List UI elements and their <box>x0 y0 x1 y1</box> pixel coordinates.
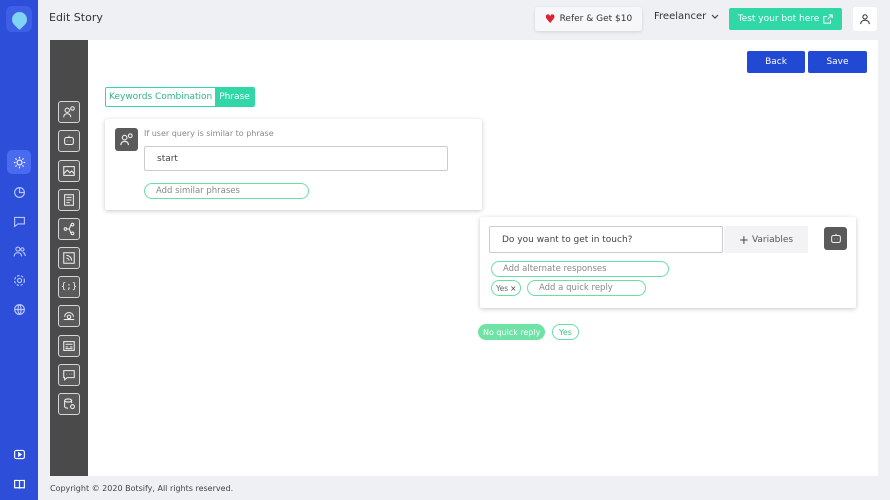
chat-icon[interactable] <box>7 209 31 233</box>
story-canvas: {;} Back Save Keywords Combination Phras… <box>50 40 878 476</box>
top-bar: Edit Story ♥ Refer & Get $10 Freelancer … <box>38 0 890 38</box>
database-icon[interactable] <box>58 393 80 415</box>
globe-icon[interactable] <box>7 297 31 321</box>
logo-icon[interactable] <box>6 6 32 32</box>
test-bot-label: Test your bot here <box>737 14 820 24</box>
quick-reply-chip-label: Yes <box>496 283 509 293</box>
analytics-icon[interactable] <box>7 180 31 204</box>
card-icon[interactable] <box>58 335 80 357</box>
user-query-icon <box>115 128 138 151</box>
save-button[interactable]: Save <box>808 51 867 73</box>
main-sidebar <box>0 0 38 500</box>
book-icon[interactable] <box>7 472 31 496</box>
back-button[interactable]: Back <box>747 51 805 73</box>
close-icon[interactable]: × <box>510 284 516 293</box>
bot-icon <box>824 227 847 250</box>
tab-keywords-combination[interactable]: Keywords Combination <box>106 88 216 106</box>
settings-icon[interactable] <box>7 268 31 292</box>
similar-phrases-input[interactable]: Add similar phrases <box>144 183 309 199</box>
variables-button[interactable]: + Variables <box>724 226 808 253</box>
user-query-label: If user query is similar to phrase <box>144 129 274 138</box>
no-quick-reply-chip[interactable]: No quick reply <box>478 324 546 340</box>
refer-button[interactable]: ♥ Refer & Get $10 <box>535 7 642 31</box>
external-link-icon <box>823 14 833 24</box>
refer-label: Refer & Get $10 <box>559 14 633 24</box>
bot-builder-icon[interactable] <box>7 150 31 174</box>
plan-dropdown[interactable]: Freelancer <box>654 11 719 22</box>
quick-reply-chip[interactable]: Yes × <box>491 280 522 296</box>
api-icon[interactable] <box>58 305 80 327</box>
footer-copyright: Copyright © 2020 Botsify, All rights res… <box>50 484 234 493</box>
quick-reply-yes-chip[interactable]: Yes <box>552 324 579 340</box>
chat-icon[interactable] <box>58 364 80 386</box>
heart-icon: ♥ <box>544 12 556 26</box>
toolbox: {;} <box>50 40 88 476</box>
test-bot-button[interactable]: Test your bot here <box>729 8 842 30</box>
user-icon[interactable] <box>853 7 877 31</box>
variables-label: Variables <box>751 234 794 245</box>
bot-reply-icon[interactable] <box>58 130 80 152</box>
plus-icon: + <box>738 232 749 247</box>
phrase-input[interactable]: start <box>144 146 448 171</box>
chevron-down-icon <box>711 14 719 19</box>
user-query-icon[interactable] <box>58 101 80 123</box>
match-type-tabs: Keywords Combination Phrase <box>105 87 255 107</box>
video-icon[interactable] <box>7 442 31 466</box>
tab-phrase[interactable]: Phrase <box>215 88 254 106</box>
page-title: Edit Story <box>49 11 103 24</box>
branch-icon[interactable] <box>58 218 80 240</box>
image-icon[interactable] <box>58 160 80 182</box>
alternate-responses-input[interactable]: Add alternate responses <box>491 261 669 277</box>
document-icon[interactable] <box>58 189 80 211</box>
user-query-card: If user query is similar to phrase start… <box>105 119 482 210</box>
rss-icon[interactable] <box>58 247 80 269</box>
plan-label: Freelancer <box>654 11 707 22</box>
users-icon[interactable] <box>7 239 31 263</box>
quick-reply-input[interactable]: Add a quick reply <box>527 280 646 296</box>
code-icon[interactable]: {;} <box>58 276 80 298</box>
bot-response-card: Do you want to get in touch? + Variables… <box>480 217 856 308</box>
response-input[interactable]: Do you want to get in touch? <box>489 226 723 253</box>
